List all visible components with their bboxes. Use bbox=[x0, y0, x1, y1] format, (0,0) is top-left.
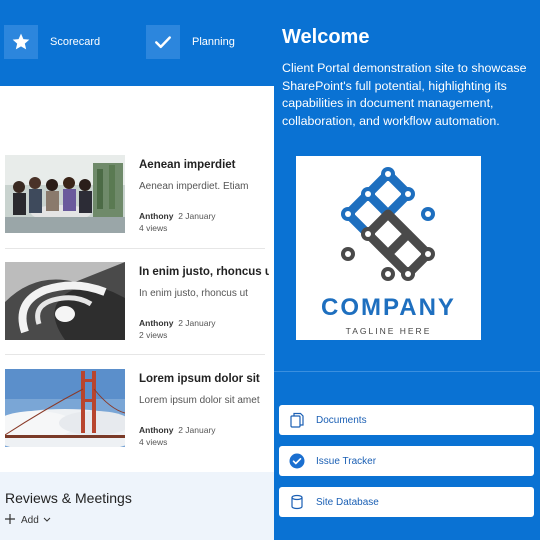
news-item[interactable]: Lorem ipsum dolor sit Lorem ipsum dolor … bbox=[5, 369, 265, 449]
link-label: Issue Tracker bbox=[316, 455, 377, 467]
link-label: Site Database bbox=[316, 496, 379, 508]
news-views: 4 views bbox=[139, 223, 168, 233]
news-meta: Anthony 2 January bbox=[139, 425, 216, 435]
reviews-section: Reviews & Meetings Add bbox=[0, 472, 274, 540]
news-item[interactable]: Aenean imperdiet Aenean imperdiet. Etiam… bbox=[5, 155, 265, 235]
left-column: Scorecard Planning Aenean imperdiet Aene… bbox=[0, 0, 274, 540]
news-item[interactable]: In enim justo, rhoncus ut In enim justo,… bbox=[5, 262, 269, 342]
divider bbox=[5, 354, 265, 355]
quick-links-bar: Scorecard Planning bbox=[0, 0, 274, 86]
news-title[interactable]: Lorem ipsum dolor sit bbox=[139, 373, 269, 385]
checkmark-icon bbox=[146, 25, 180, 59]
news-author: Anthony bbox=[139, 318, 174, 328]
news-author: Anthony bbox=[139, 425, 174, 435]
quick-link-scorecard[interactable]: Scorecard bbox=[4, 25, 100, 59]
star-icon bbox=[4, 25, 38, 59]
database-icon bbox=[289, 494, 305, 510]
divider bbox=[5, 248, 265, 249]
divider bbox=[274, 371, 540, 372]
welcome-title: Welcome bbox=[282, 26, 370, 48]
company-logo: COMPANY TAGLINE HERE bbox=[296, 156, 481, 340]
issue-tracker-link[interactable]: Issue Tracker bbox=[279, 446, 534, 476]
quick-link-label: Scorecard bbox=[50, 36, 101, 48]
news-date: 2 January bbox=[178, 211, 216, 221]
welcome-description: Client Portal demonstration site to show… bbox=[282, 61, 527, 128]
logo-tagline-text: TAGLINE HERE bbox=[345, 326, 432, 336]
news-meta: Anthony 2 January bbox=[139, 318, 216, 328]
add-label: Add bbox=[21, 515, 39, 526]
documents-icon bbox=[289, 412, 305, 428]
link-label: Documents bbox=[316, 414, 367, 426]
news-description: Lorem ipsum dolor sit amet bbox=[139, 395, 260, 406]
add-button[interactable]: Add bbox=[5, 514, 51, 527]
quick-link-planning[interactable]: Planning bbox=[146, 25, 235, 59]
news-views: 2 views bbox=[139, 330, 168, 340]
logo-company-text: COMPANY bbox=[321, 294, 456, 321]
reviews-title: Reviews & Meetings bbox=[5, 490, 132, 506]
news-date: 2 January bbox=[178, 425, 216, 435]
logo-mark-icon bbox=[341, 167, 435, 281]
site-database-link[interactable]: Site Database bbox=[279, 487, 534, 517]
news-author: Anthony bbox=[139, 211, 174, 221]
check-circle-icon bbox=[289, 453, 305, 469]
documents-link[interactable]: Documents bbox=[279, 405, 534, 435]
news-views: 4 views bbox=[139, 437, 168, 447]
right-column: Welcome Client Portal demonstration site… bbox=[274, 0, 540, 540]
news-description: In enim justo, rhoncus ut bbox=[139, 288, 248, 299]
news-thumbnail-staircase bbox=[5, 262, 125, 340]
chevron-down-icon bbox=[43, 515, 51, 526]
quick-link-label: Planning bbox=[192, 36, 235, 48]
news-thumbnail-bridge bbox=[5, 369, 125, 447]
news-thumbnail-meeting bbox=[5, 155, 125, 233]
news-date: 2 January bbox=[178, 318, 216, 328]
news-description: Aenean imperdiet. Etiam bbox=[139, 181, 249, 192]
news-title[interactable]: In enim justo, rhoncus ut bbox=[139, 266, 269, 278]
plus-icon bbox=[5, 514, 15, 527]
news-title[interactable]: Aenean imperdiet bbox=[139, 159, 269, 171]
news-meta: Anthony 2 January bbox=[139, 211, 216, 221]
